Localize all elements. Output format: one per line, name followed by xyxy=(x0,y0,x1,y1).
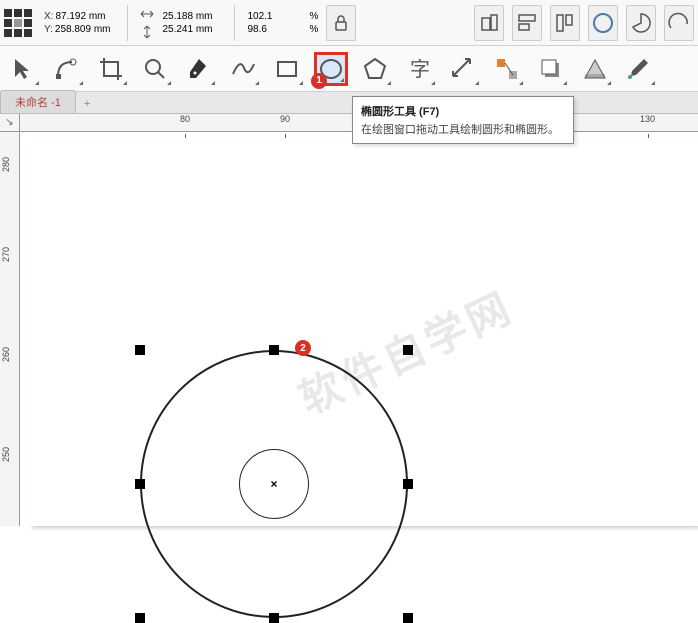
scale-x-value[interactable]: 102.1 xyxy=(247,11,307,22)
ellipse-prop-button[interactable] xyxy=(588,5,618,41)
dimension-tool[interactable] xyxy=(446,52,480,86)
height-arrow-icon xyxy=(140,25,154,39)
resize-handle-ne[interactable] xyxy=(403,345,413,355)
arc-button[interactable] xyxy=(664,5,694,41)
property-bar: X:87.192 mm Y:258.809 mm 25.188 mm 25.24… xyxy=(0,0,698,46)
x-value[interactable]: 87.192 mm xyxy=(55,11,115,22)
lock-icon xyxy=(330,12,352,34)
width-arrow-icon xyxy=(140,7,154,21)
circle-icon xyxy=(592,12,614,34)
svg-text:字: 字 xyxy=(410,58,430,81)
dropshadow-icon xyxy=(538,56,564,82)
crop-tool[interactable] xyxy=(94,52,128,86)
resize-handle-se[interactable] xyxy=(403,613,413,623)
badge-1: 1 xyxy=(311,73,327,89)
eyedropper-icon xyxy=(626,56,652,82)
position-group: X:87.192 mm Y:258.809 mm xyxy=(44,11,115,35)
align-button-2[interactable] xyxy=(512,5,542,41)
width-value[interactable]: 25.188 mm xyxy=(162,11,222,22)
connector-icon xyxy=(494,56,520,82)
transparency-tool[interactable] xyxy=(578,52,612,86)
vertical-ruler[interactable]: 280 270 260 250 xyxy=(0,132,20,526)
resize-handle-sw[interactable] xyxy=(135,613,145,623)
percent-label: % xyxy=(309,24,318,35)
transparency-icon xyxy=(582,56,608,82)
align-icon xyxy=(516,12,538,34)
dropshadow-tool[interactable] xyxy=(534,52,568,86)
connector-tool[interactable] xyxy=(490,52,524,86)
size-group: 25.188 mm 25.241 mm xyxy=(162,11,222,35)
freehand-tool[interactable] xyxy=(182,52,216,86)
size-icons xyxy=(140,7,154,39)
arc-icon xyxy=(668,12,690,34)
lock-ratio-button[interactable] xyxy=(326,5,356,41)
resize-handle-e[interactable] xyxy=(403,479,413,489)
align-icon xyxy=(554,12,576,34)
pick-tool[interactable] xyxy=(6,52,40,86)
resize-handle-nw[interactable] xyxy=(135,345,145,355)
document-tab[interactable]: 未命名 -1 xyxy=(0,90,76,113)
tooltip-title: 椭圆形工具 (F7) xyxy=(361,103,565,119)
align-button-3[interactable] xyxy=(550,5,580,41)
magnifier-icon xyxy=(142,56,168,82)
ruler-tick: 90 xyxy=(280,114,290,124)
ruler-tick: 280 xyxy=(1,157,11,172)
dimension-icon xyxy=(450,56,476,82)
curve-icon xyxy=(230,56,256,82)
pie-icon xyxy=(630,12,652,34)
scale-y-value[interactable]: 98.6 xyxy=(247,24,307,35)
shape-tool[interactable] xyxy=(50,52,84,86)
polygon-icon xyxy=(362,56,388,82)
height-value[interactable]: 25.241 mm xyxy=(162,24,222,35)
scale-group: 102.1% 98.6% xyxy=(247,11,318,35)
shape-edit-icon xyxy=(54,56,80,82)
resize-handle-n[interactable] xyxy=(269,345,279,355)
divider xyxy=(234,5,235,41)
drawing-canvas[interactable]: 软件自学网 × 2 xyxy=(30,140,698,526)
x-label: X: xyxy=(44,11,53,22)
zoom-tool[interactable] xyxy=(138,52,172,86)
badge-2: 2 xyxy=(295,340,311,356)
artistic-media-tool[interactable] xyxy=(226,52,260,86)
tooltip-body: 在绘图窗口拖动工具绘制圆形和椭圆形。 xyxy=(361,121,565,137)
ruler-tick: 80 xyxy=(180,114,190,124)
rectangle-tool[interactable] xyxy=(270,52,304,86)
ruler-tick: 260 xyxy=(1,347,11,362)
toolbox: 1 字 xyxy=(0,46,698,92)
anchor-origin-icon[interactable] xyxy=(4,9,32,37)
rectangle-icon xyxy=(274,56,300,82)
polygon-tool[interactable] xyxy=(358,52,392,86)
align-button-1[interactable] xyxy=(474,5,504,41)
divider xyxy=(127,5,128,41)
pie-button[interactable] xyxy=(626,5,656,41)
pointer-icon xyxy=(10,56,36,82)
eyedropper-tool[interactable] xyxy=(622,52,656,86)
tooltip: 椭圆形工具 (F7) 在绘图窗口拖动工具绘制圆形和椭圆形。 xyxy=(352,96,574,144)
ruler-corner[interactable]: ↘ xyxy=(0,114,20,132)
ruler-tick: 270 xyxy=(1,247,11,262)
selected-object[interactable]: × 2 xyxy=(140,350,408,618)
resize-handle-w[interactable] xyxy=(135,479,145,489)
text-icon: 字 xyxy=(406,56,432,82)
y-label: Y: xyxy=(44,24,53,35)
ruler-tick: 250 xyxy=(1,447,11,462)
y-value[interactable]: 258.809 mm xyxy=(55,24,115,35)
crop-icon xyxy=(98,56,124,82)
align-icon xyxy=(478,12,500,34)
center-marker-icon: × xyxy=(270,477,277,491)
new-tab-button[interactable]: + xyxy=(76,95,98,113)
pen-nib-icon xyxy=(186,56,212,82)
ellipse-tool[interactable]: 1 xyxy=(314,52,348,86)
document-tab-bar: 未命名 -1 + xyxy=(0,92,698,114)
text-tool[interactable]: 字 xyxy=(402,52,436,86)
percent-label: % xyxy=(309,11,318,22)
resize-handle-s[interactable] xyxy=(269,613,279,623)
ruler-tick: 130 xyxy=(640,114,655,124)
